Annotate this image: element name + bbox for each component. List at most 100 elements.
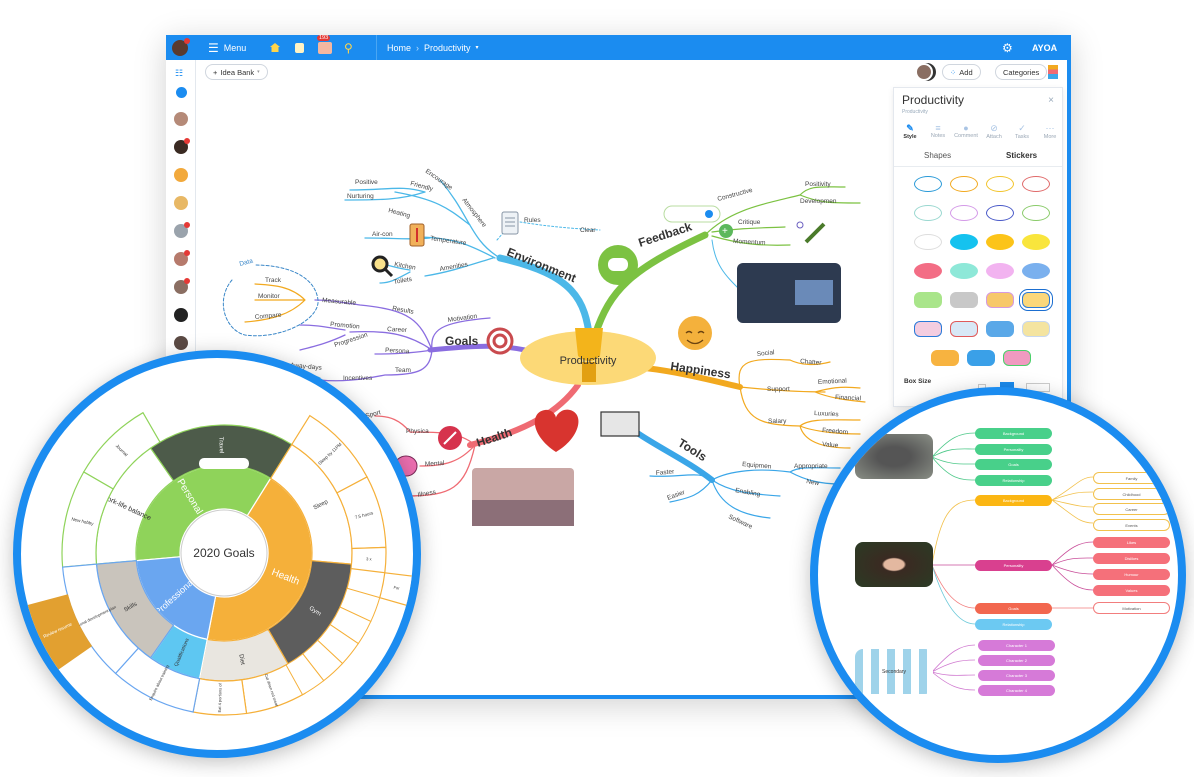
sidebar-avatar[interactable]	[174, 222, 190, 238]
close-icon[interactable]: ×	[1048, 95, 1054, 106]
sidebar-avatar[interactable]	[174, 112, 188, 126]
tab-comment[interactable]: ● Comment	[952, 123, 980, 139]
node-feedback[interactable]: Momentum	[733, 238, 766, 247]
node-goals[interactable]: Persona	[385, 347, 410, 355]
tab-style[interactable]: ✎ Style	[896, 123, 924, 140]
node-goals[interactable]: Promotion	[330, 321, 361, 331]
notifications-button[interactable]: 193	[317, 34, 332, 60]
home-button[interactable]	[270, 35, 280, 60]
collaborator-avatars[interactable]	[915, 63, 933, 81]
list-icon[interactable]: ☷	[175, 68, 183, 79]
subtopic-cloud[interactable]: Childhood	[1093, 488, 1170, 500]
add-button[interactable]: ⁘ Add	[942, 64, 981, 80]
sidebar-avatar[interactable]	[174, 336, 188, 350]
subtopic-cloud[interactable]: Family	[1093, 472, 1170, 484]
sticker-option[interactable]	[1022, 321, 1050, 337]
breadcrumb-current[interactable]: Productivity	[424, 43, 471, 53]
sidebar-avatar[interactable]	[174, 308, 188, 322]
sticker-option[interactable]	[950, 263, 978, 279]
sticker-option[interactable]	[950, 234, 978, 250]
sticker-option[interactable]	[950, 176, 978, 192]
node-health[interactable]: Illness	[417, 489, 437, 499]
sidebar-avatar[interactable]	[174, 138, 190, 154]
sidebar-avatar[interactable]	[174, 168, 188, 182]
subtopic-motivation[interactable]: Motivation	[1093, 602, 1170, 614]
topic-pill[interactable]: Relationship	[975, 475, 1052, 486]
node-toolbar[interactable]	[663, 205, 721, 223]
node-goals[interactable]: Monitor	[258, 293, 281, 300]
node-happiness[interactable]: Support	[767, 386, 790, 393]
menu-button[interactable]: ☰ Menu	[208, 35, 246, 60]
sticker-option[interactable]	[986, 292, 1014, 308]
subtopic-pill[interactable]: Humour	[1093, 569, 1170, 580]
branch-goals[interactable]: Goals	[445, 334, 479, 348]
node-environment[interactable]: Nurturing	[347, 193, 374, 200]
subtopic-pill[interactable]: Values	[1093, 585, 1170, 596]
tab-tasks[interactable]: ✓ Tasks	[1008, 123, 1036, 140]
segment-toolbar[interactable]	[199, 458, 249, 469]
node-goals[interactable]: Measurable	[322, 297, 357, 307]
node-feedback[interactable]: Critique	[738, 219, 761, 226]
character-cloud[interactable]: Character 1	[978, 640, 1055, 651]
node-goals[interactable]: Progression	[333, 331, 369, 348]
node-tools[interactable]: Software	[727, 513, 754, 530]
sticker-option[interactable]	[914, 321, 942, 337]
categories-button[interactable]: Categories	[995, 64, 1048, 80]
topic-personality[interactable]: Personality	[975, 560, 1052, 571]
stickers-tab[interactable]: Stickers	[1006, 151, 1037, 160]
node-health[interactable]: Mental	[425, 460, 445, 468]
subtopic-cloud[interactable]: Events	[1093, 519, 1170, 531]
node-goals[interactable]: Career	[387, 326, 408, 334]
node-environment[interactable]: Kitchen	[394, 261, 417, 272]
node-environment[interactable]: Clear	[580, 227, 596, 234]
subtopic-pill[interactable]: Likes	[1093, 537, 1170, 548]
topic-relationship[interactable]: Relationship	[975, 619, 1052, 630]
node-goals[interactable]: Data	[239, 258, 254, 268]
node-tools[interactable]: Equipmen	[742, 461, 772, 471]
sticker-option[interactable]	[914, 263, 942, 279]
node-tools[interactable]: Enabling	[735, 487, 762, 498]
chat-icon[interactable]	[176, 87, 187, 98]
goals-wheel[interactable]: PersonalHealthProfessionalTravelWork-lif…	[21, 358, 413, 750]
sticker-option[interactable]	[914, 234, 942, 250]
sidebar-avatar[interactable]	[174, 196, 188, 210]
settings-button[interactable]: ⚙	[1002, 35, 1013, 60]
categories-color-icon[interactable]	[1048, 65, 1058, 79]
node-feedback[interactable]: Developmen	[800, 198, 837, 205]
node-goals[interactable]: Team	[395, 367, 411, 374]
node-health[interactable]: Physica	[406, 428, 429, 435]
node-environment[interactable]: Temperature	[430, 235, 467, 247]
sidebar-avatar[interactable]	[174, 278, 190, 294]
sticker-option[interactable]	[950, 321, 978, 337]
node-environment[interactable]: Atmosphere	[460, 197, 487, 229]
subtopic-cloud[interactable]: Career	[1093, 503, 1170, 515]
node-environment[interactable]: Heating	[387, 207, 411, 220]
user-avatar[interactable]	[172, 37, 190, 56]
sticker-option[interactable]	[967, 350, 995, 366]
sticker-option[interactable]	[1022, 205, 1050, 221]
node-tools[interactable]: Easier	[666, 489, 686, 502]
sticker-option[interactable]	[1022, 234, 1050, 250]
node-environment[interactable]: Amenities	[439, 261, 469, 273]
secondary-image[interactable]: Secondary	[855, 649, 933, 694]
sticker-option[interactable]	[914, 205, 942, 221]
sticker-option[interactable]	[986, 205, 1014, 221]
topic-pill[interactable]: Background	[975, 428, 1052, 439]
node-environment[interactable]: Toilets	[393, 276, 413, 286]
idea-bank-button[interactable]: + Idea Bank ▾	[205, 64, 268, 80]
sidebar-avatar[interactable]	[174, 250, 190, 266]
sticker-option[interactable]	[1022, 176, 1050, 192]
node-happiness[interactable]: Salary	[768, 418, 787, 425]
node-goals[interactable]: Track	[265, 277, 282, 284]
woman-image[interactable]	[855, 542, 933, 587]
sticker-option[interactable]	[931, 350, 959, 366]
topic-background[interactable]: Background	[975, 495, 1052, 506]
node-happiness[interactable]: Chatter	[800, 358, 823, 367]
cat-image[interactable]	[855, 434, 933, 479]
sticker-option[interactable]	[1003, 350, 1031, 366]
node-feedback[interactable]: Constructive	[717, 187, 754, 203]
topic-pill[interactable]: Personality	[975, 444, 1052, 455]
sticker-option[interactable]	[914, 292, 942, 308]
sticker-option[interactable]	[1019, 289, 1053, 311]
shapes-tab[interactable]: Shapes	[924, 151, 951, 160]
